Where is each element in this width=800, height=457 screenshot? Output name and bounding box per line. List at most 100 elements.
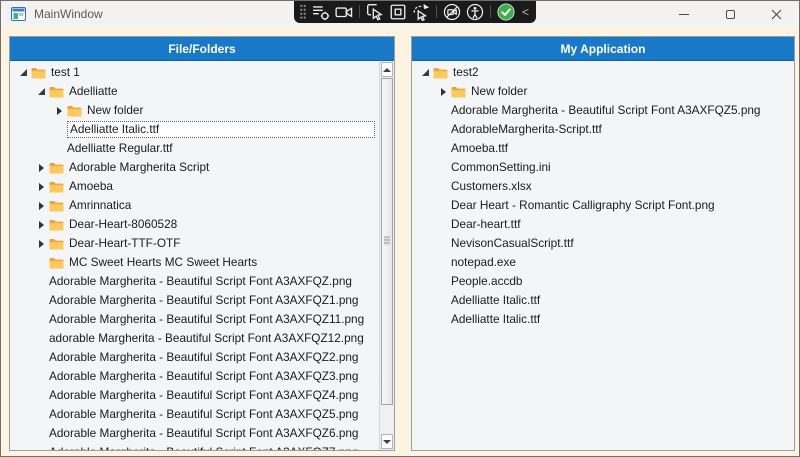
expander[interactable] [51, 139, 67, 158]
confirm-icon[interactable] [497, 3, 515, 21]
camera-disabled-icon[interactable] [443, 3, 461, 21]
expander[interactable] [33, 367, 49, 386]
tree-item[interactable]: Adorable Margherita - Beautiful Script F… [413, 101, 794, 120]
tree-item[interactable]: Amoeba.ttf [413, 139, 794, 158]
expander[interactable] [33, 215, 49, 234]
tree-item[interactable]: Adorable Margherita Script [11, 158, 378, 177]
accessibility-icon[interactable] [466, 3, 484, 21]
action-list-icon[interactable] [312, 3, 330, 21]
tree-item-label: Adorable Margherita - Beautiful Script F… [49, 292, 359, 309]
expander[interactable] [33, 272, 49, 291]
minimize-button[interactable] [661, 1, 707, 27]
tree-item[interactable]: Amoeba [11, 177, 378, 196]
expander[interactable] [33, 348, 49, 367]
tree-item[interactable]: Adorable Margherita - Beautiful Script F… [11, 424, 378, 443]
expander[interactable] [435, 158, 451, 177]
camera-icon[interactable] [335, 3, 353, 21]
expander[interactable] [435, 215, 451, 234]
tree-item[interactable]: Adelliatte Italic.ttf [11, 120, 378, 139]
tree-item[interactable]: Adorable Margherita - Beautiful Script F… [11, 291, 378, 310]
expander[interactable] [33, 177, 49, 196]
indent [11, 148, 51, 149]
expander[interactable] [33, 424, 49, 443]
tree-item[interactable]: NevisonCasualScript.ttf [413, 234, 794, 253]
scroll-up-button[interactable] [381, 62, 393, 77]
tree-item[interactable]: CommonSetting.ini [413, 158, 794, 177]
tree-item[interactable]: Adorable Margherita - Beautiful Script F… [11, 272, 378, 291]
tree-item[interactable]: New folder [11, 101, 378, 120]
expander[interactable] [435, 120, 451, 139]
toolbar-collapse-chevron[interactable]: < [520, 6, 529, 18]
tree-item[interactable]: Adelliatte [11, 82, 378, 101]
row-content: Adorable Margherita - Beautiful Script F… [49, 368, 359, 385]
expander[interactable] [33, 291, 49, 310]
tree-item[interactable]: Adorable Margherita - Beautiful Script F… [11, 405, 378, 424]
tree-item[interactable]: Adelliatte Italic.ttf [413, 310, 794, 329]
expander[interactable] [33, 158, 49, 177]
scroll-down-button[interactable] [381, 434, 393, 449]
expander[interactable] [435, 101, 451, 120]
expander[interactable] [33, 253, 49, 272]
tree-item[interactable]: Adorable Margherita - Beautiful Script F… [11, 386, 378, 405]
expander[interactable] [435, 177, 451, 196]
main-window: MainWindow [0, 0, 800, 457]
expander[interactable] [435, 234, 451, 253]
expander-icon [20, 69, 27, 76]
tree-item[interactable]: Adorable Margherita - Beautiful Script F… [11, 443, 378, 450]
expander[interactable] [15, 63, 31, 82]
scrollbar-track[interactable] [381, 78, 393, 433]
tree-item[interactable]: New folder [413, 82, 794, 101]
tree-item[interactable]: adorable Margherita - Beautiful Script F… [11, 329, 378, 348]
tree-item[interactable]: Adorable Margherita - Beautiful Script F… [11, 367, 378, 386]
vertical-scrollbar[interactable] [379, 61, 394, 450]
expander[interactable] [417, 63, 433, 82]
tree-item[interactable]: Dear-Heart-TTF-OTF [11, 234, 378, 253]
tree-item[interactable]: Adorable Margherita - Beautiful Script F… [11, 348, 378, 367]
capture-toolbar: < [294, 1, 536, 23]
expander[interactable] [435, 272, 451, 291]
tree-item[interactable]: Dear-Heart-8060528 [11, 215, 378, 234]
scrollbar-thumb[interactable] [381, 78, 393, 405]
tree-item[interactable]: AdorableMargherita-Script.ttf [413, 120, 794, 139]
row-content: CommonSetting.ini [451, 159, 551, 176]
region-capture-icon[interactable] [389, 3, 407, 21]
tree-item[interactable]: Amrinnatica [11, 196, 378, 215]
expander[interactable] [33, 386, 49, 405]
tree-item[interactable]: test 1 [11, 63, 378, 82]
indent [413, 243, 435, 244]
expander[interactable] [33, 234, 49, 253]
drag-handle-icon[interactable] [299, 3, 307, 21]
close-button[interactable] [753, 1, 799, 27]
expander[interactable] [435, 253, 451, 272]
tree-item[interactable]: MC Sweet Hearts MC Sweet Hearts [11, 253, 378, 272]
expander[interactable] [33, 405, 49, 424]
maximize-button[interactable] [707, 1, 753, 27]
tree-item[interactable]: Adelliatte Regular.ttf [11, 139, 378, 158]
expander[interactable] [33, 196, 49, 215]
expander[interactable] [51, 120, 67, 139]
indent [413, 224, 435, 225]
tree-item[interactable]: test2 [413, 63, 794, 82]
expander[interactable] [435, 196, 451, 215]
expander[interactable] [33, 82, 49, 101]
tree-item[interactable]: Dear Heart - Romantic Calligraphy Script… [413, 196, 794, 215]
tree-item[interactable]: Adelliatte Italic.ttf [413, 291, 794, 310]
expander[interactable] [33, 329, 49, 348]
folder-icon [49, 257, 64, 269]
pointer-icon[interactable] [366, 3, 384, 21]
tree-item[interactable]: Customers.xlsx [413, 177, 794, 196]
expander[interactable] [435, 139, 451, 158]
tree-item-label: adorable Margherita - Beautiful Script F… [49, 330, 364, 347]
expander[interactable] [435, 82, 451, 101]
expander[interactable] [51, 101, 67, 120]
tree-item[interactable]: People.accdb [413, 272, 794, 291]
drag-path-icon[interactable] [412, 3, 430, 21]
expander[interactable] [435, 310, 451, 329]
tree-item[interactable]: Adorable Margherita - Beautiful Script F… [11, 310, 378, 329]
expander[interactable] [33, 443, 49, 450]
expander[interactable] [33, 310, 49, 329]
tree-item[interactable]: notepad.exe [413, 253, 794, 272]
row-content: Adorable Margherita - Beautiful Script F… [49, 406, 359, 423]
tree-item[interactable]: Dear-heart.ttf [413, 215, 794, 234]
expander[interactable] [435, 291, 451, 310]
